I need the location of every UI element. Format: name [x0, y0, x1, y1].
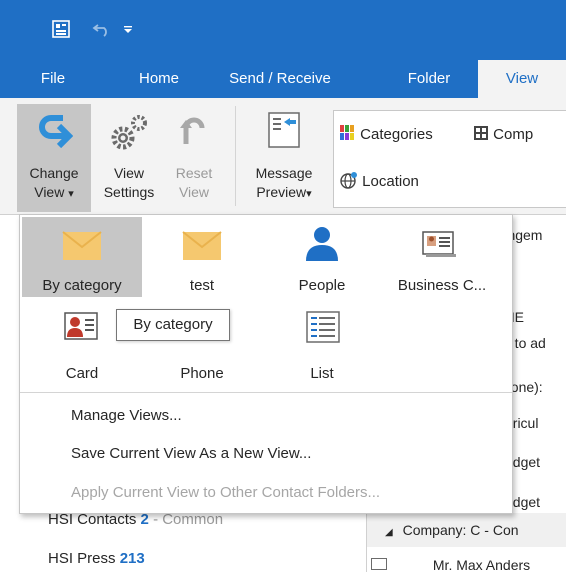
apply-view-menu-item[interactable]: Apply Current View to Other Contact Fold…: [71, 484, 380, 501]
categories-label: Categories: [360, 126, 433, 143]
company-label: Comp: [493, 126, 534, 143]
view-test[interactable]: test: [142, 217, 262, 297]
location-label: Location: [362, 173, 419, 190]
folder-pane: HSI Contacts 2 - Common HSI Press 213: [0, 505, 366, 572]
folder-name: HSI Press: [48, 550, 116, 567]
view-business-cards[interactable]: Business C...: [382, 217, 502, 297]
view-label: List: [310, 365, 334, 382]
tab-folder[interactable]: Folder: [394, 60, 464, 98]
collapse-triangle-icon: ◢: [385, 527, 393, 538]
list-icon: [306, 311, 340, 343]
ribbon-separator: [235, 106, 236, 206]
view-label: Phone: [180, 365, 224, 382]
list-item: gricul: [505, 415, 539, 431]
arrangement-company[interactable]: Comp: [473, 125, 533, 143]
ribbon-tabs: File Home Send / Receive Folder View: [0, 60, 566, 98]
categories-icon: [340, 125, 354, 140]
envelope-icon: [62, 231, 102, 260]
view-settings-label-2: Settings: [103, 184, 155, 200]
tab-view[interactable]: View: [478, 60, 566, 98]
reset-view-label: Reset: [175, 165, 213, 181]
table-row[interactable]: Mr. Max Anders: [367, 557, 566, 573]
gear-icon: [111, 115, 147, 150]
change-view-button[interactable]: Change View ▾: [17, 104, 91, 212]
contact-name: Mr. Max Anders: [432, 557, 531, 573]
folder-count: 213: [119, 550, 145, 567]
change-view-icon: [39, 115, 73, 148]
message-preview-icon: [268, 112, 300, 148]
tab-home[interactable]: Home: [126, 60, 192, 98]
view-label: By category: [42, 277, 122, 294]
tab-file[interactable]: File: [28, 60, 78, 98]
arrangement-gallery: Categories Comp Location: [333, 110, 566, 208]
chevron-down-icon: ▾: [68, 188, 74, 200]
change-view-label-2: View: [34, 184, 65, 200]
undo-icon[interactable]: [92, 21, 112, 37]
list-item: udget: [505, 454, 541, 470]
change-view-label: Change: [29, 165, 79, 181]
arrangement-categories[interactable]: Categories: [340, 125, 433, 143]
menu-separator: [20, 392, 512, 393]
view-by-category[interactable]: By category: [22, 217, 142, 297]
view-list[interactable]: List: [262, 305, 382, 385]
view-label: Card: [65, 365, 99, 382]
view-label: People: [298, 277, 346, 294]
outlook-icon[interactable]: [52, 20, 70, 38]
message-preview-label: Message: [255, 165, 313, 181]
globe-icon: [340, 172, 357, 189]
group-header[interactable]: ◢ Company: C - Con: [367, 513, 566, 547]
view-people[interactable]: People: [262, 217, 382, 297]
tab-send-receive[interactable]: Send / Receive: [222, 60, 338, 98]
group-header-label: Company: C - Con: [402, 522, 519, 538]
view-settings-label: View: [113, 165, 145, 181]
chevron-down-icon: ▾: [306, 188, 312, 200]
folder-item[interactable]: HSI Press 213: [48, 550, 145, 567]
manage-views-menu-item[interactable]: Manage Views...: [71, 407, 182, 424]
view-label: test: [189, 277, 215, 294]
business-card-icon: [422, 231, 456, 257]
arrangement-location[interactable]: Location: [340, 171, 419, 190]
reset-view-button[interactable]: Reset View: [164, 104, 224, 212]
message-preview-label-2: Preview: [256, 184, 307, 200]
tooltip: By category: [116, 309, 230, 341]
change-view-dropdown: By category test People Business C... Ca…: [19, 214, 513, 514]
save-view-menu-item[interactable]: Save Current View As a New View...: [71, 445, 311, 462]
customize-qat-icon[interactable]: [123, 24, 133, 34]
reset-view-label-2: View: [178, 184, 210, 200]
view-label: Business C...: [397, 277, 487, 294]
message-preview-button[interactable]: Message Preview▾: [244, 104, 324, 212]
contact-card-icon: [64, 312, 98, 340]
list-item: udget: [505, 494, 541, 510]
reset-icon: [180, 117, 205, 144]
view-settings-button[interactable]: View Settings: [94, 104, 164, 212]
person-icon: [306, 227, 338, 261]
contact-icon: [371, 558, 387, 570]
company-icon: [474, 126, 488, 140]
title-bar: [0, 0, 566, 60]
envelope-icon: [182, 231, 222, 260]
